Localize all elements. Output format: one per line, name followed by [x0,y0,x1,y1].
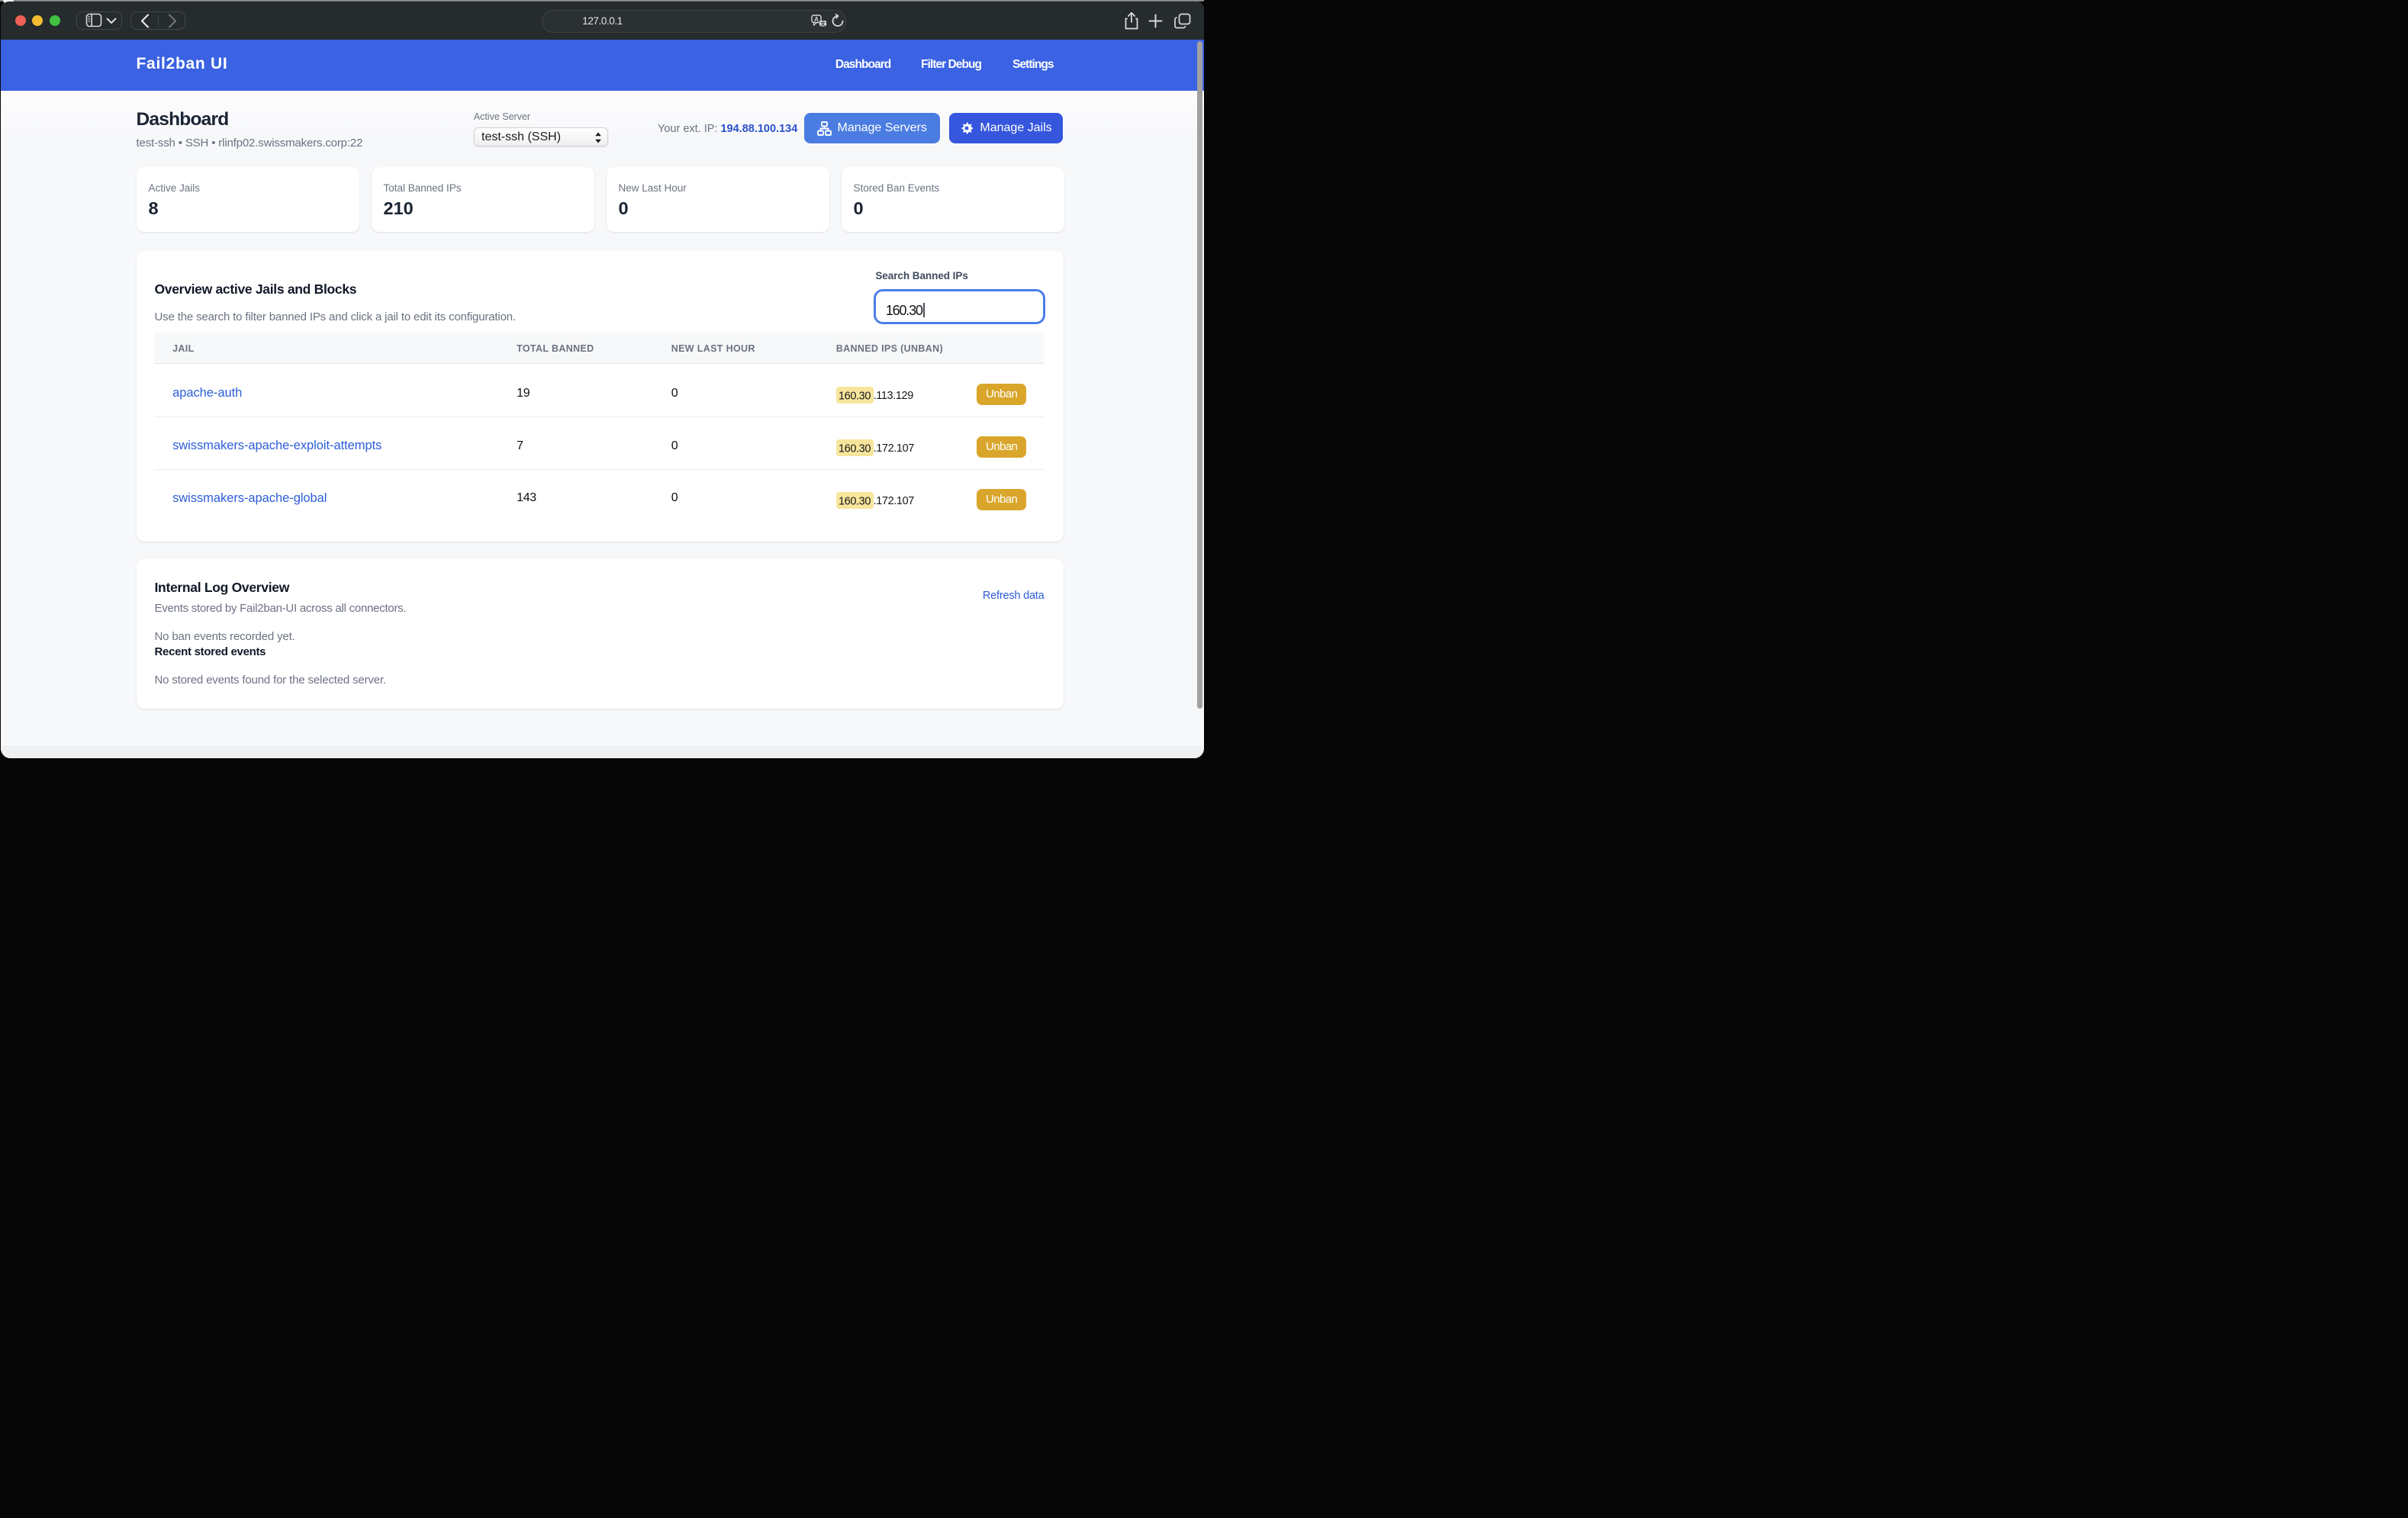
svg-text:A: A [814,15,819,22]
svg-text:文: 文 [819,20,826,27]
